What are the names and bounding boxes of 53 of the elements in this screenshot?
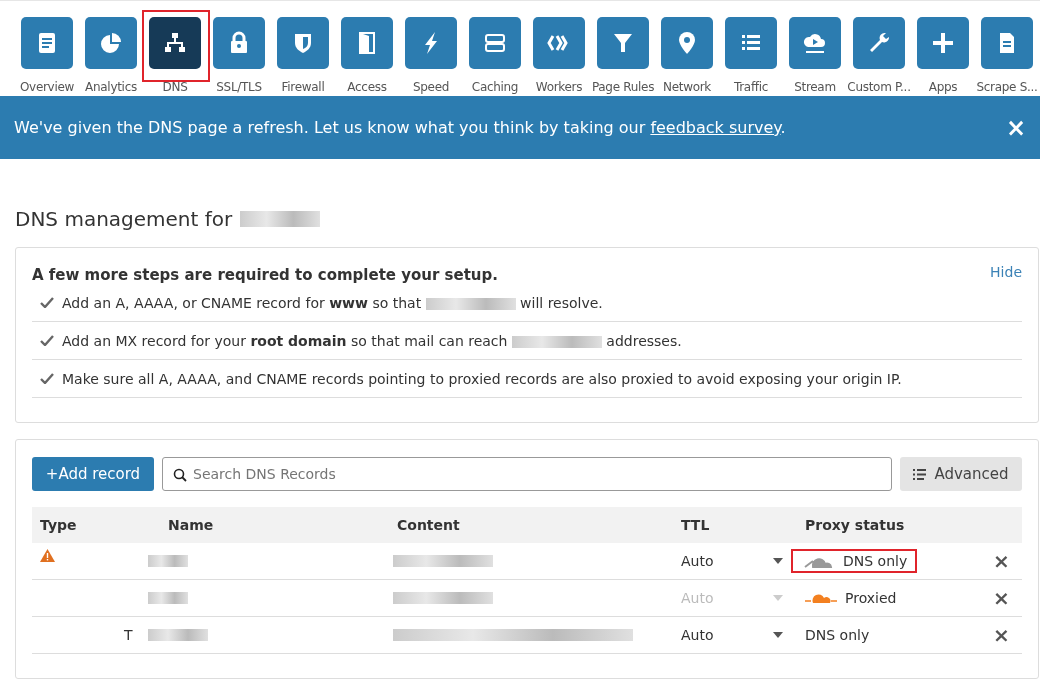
column-header: TTL <box>680 517 711 533</box>
close-button[interactable]: × <box>1005 113 1026 142</box>
tab-label[interactable]: Caching <box>471 80 519 94</box>
delete-button[interactable]: × <box>993 549 1010 573</box>
setup-step: Make sure all A, AAAA, and CNAME records pointing to proxied records are also proxied to avoid exposing your origin IP. <box>62 370 902 387</box>
banner-message: We've given the DNS page a refresh. Let us know what you think by taking our feedback survey. <box>14 118 786 137</box>
tab-label[interactable]: Overview <box>19 80 75 94</box>
tab-label[interactable]: Analytics <box>85 80 137 94</box>
tab-label[interactable]: Traffic <box>733 80 769 94</box>
proxy-status: DNS only <box>843 553 908 569</box>
tab-label[interactable]: Scrape S... <box>976 80 1038 94</box>
tab-label[interactable]: Apps <box>928 80 958 94</box>
tab-label[interactable]: Network <box>663 80 711 94</box>
check-icon <box>40 335 54 346</box>
feedback-link[interactable]: feedback survey <box>650 118 781 137</box>
setup-step: Add an A, AAAA, or CNAME record for www so that will resolve. <box>62 294 603 311</box>
tab-label[interactable]: Speed <box>412 80 450 94</box>
ttl-select[interactable]: Auto <box>673 617 797 653</box>
delete-button[interactable]: × <box>993 623 1010 647</box>
tab-label[interactable]: DNS <box>162 80 188 94</box>
caret-icon <box>773 632 783 638</box>
setup-title: A few more steps are required to complete your setup. <box>32 266 498 284</box>
tab-label[interactable]: Page Rules <box>591 80 655 94</box>
search-icon <box>173 468 187 482</box>
nav-tab[interactable] <box>149 17 201 69</box>
tab-label[interactable]: Stream <box>794 80 836 94</box>
blurred-text <box>148 555 188 567</box>
list-icon <box>913 468 927 480</box>
add-record-button[interactable]: +Add record <box>32 457 154 491</box>
tab-label[interactable]: Custom P... <box>847 80 911 94</box>
cloud-icon <box>805 591 837 605</box>
column-header: Name <box>167 517 215 533</box>
caret-icon <box>773 558 783 564</box>
tab-label[interactable]: SSL/TLS <box>216 80 262 94</box>
setup-step: Add an MX record for your root domain so that mail can reach addresses. <box>62 332 682 349</box>
tab-label[interactable]: Firewall <box>281 80 325 94</box>
tab-label[interactable]: Workers <box>535 80 583 94</box>
page-heading: DNS management for <box>15 207 233 231</box>
caret-icon <box>773 595 783 601</box>
proxy-status: Proxied <box>845 590 897 606</box>
tab-label[interactable]: Access <box>347 80 387 94</box>
delete-button[interactable]: × <box>993 586 1010 610</box>
column-header: Type <box>39 517 78 533</box>
column-header: Content <box>396 517 461 533</box>
record-type: T <box>124 627 133 643</box>
ttl-select[interactable]: Auto <box>673 543 797 579</box>
proxy-status: DNS only <box>805 627 870 643</box>
hide-link[interactable]: Hide <box>990 264 1022 284</box>
check-icon <box>40 373 54 384</box>
advanced-button[interactable]: Advanced <box>900 457 1022 491</box>
column-header: Proxy status <box>804 517 906 533</box>
search-field[interactable]: Search DNS Records <box>162 457 892 491</box>
check-icon <box>40 297 54 308</box>
